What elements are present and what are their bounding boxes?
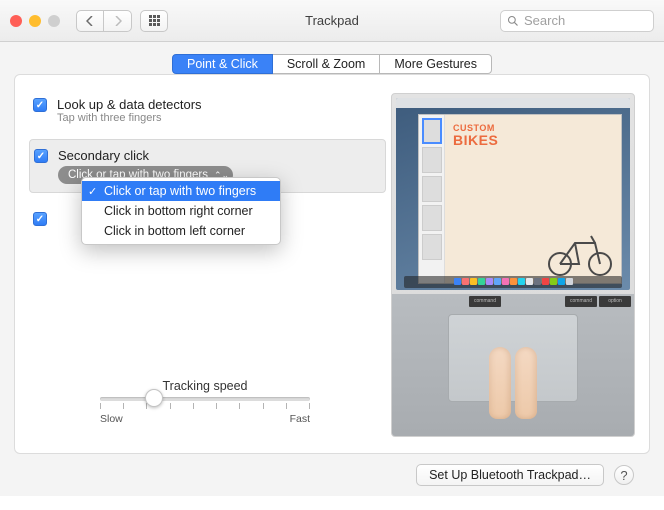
- prefs-body: Point & Click Scroll & Zoom More Gesture…: [0, 42, 664, 496]
- tab-more-gestures[interactable]: More Gestures: [379, 54, 492, 74]
- back-button[interactable]: [76, 10, 104, 32]
- lookup-checkbox[interactable]: [33, 98, 47, 112]
- tab-bar: Point & Click Scroll & Zoom More Gesture…: [14, 54, 650, 74]
- option-tap-to-click[interactable]: [33, 211, 47, 226]
- checkmark-icon: ✓: [88, 185, 97, 198]
- settings-panel: Look up & data detectors Tap with three …: [14, 74, 650, 454]
- slider-knob[interactable]: [145, 389, 163, 407]
- tracking-speed-label: Tracking speed: [29, 379, 381, 393]
- back-chevron-icon: [86, 16, 94, 26]
- slider-scale: Slow Fast: [100, 413, 310, 425]
- preview-keys: command command option: [392, 294, 634, 309]
- help-icon: ?: [620, 468, 627, 483]
- option-lookup[interactable]: Look up & data detectors Tap with three …: [29, 93, 381, 136]
- forward-button[interactable]: [104, 10, 132, 32]
- zoom-icon: [48, 15, 60, 27]
- tracking-speed: Tracking speed Slow Fast: [29, 379, 381, 425]
- slider-min-label: Slow: [100, 413, 123, 425]
- slider-rail: [100, 397, 310, 401]
- slider-max-label: Fast: [290, 413, 310, 425]
- preview-trackpad: [448, 314, 578, 402]
- grid-icon: [149, 15, 160, 26]
- lookup-subtitle: Tap with three fingers: [57, 112, 202, 124]
- tap-to-click-checkbox[interactable]: [33, 212, 47, 226]
- finger-icon: [515, 347, 537, 419]
- preview-document: CUSTOM BIKES: [445, 115, 621, 283]
- secondary-click-title: Secondary click: [58, 148, 233, 163]
- search-icon: [507, 15, 519, 27]
- close-icon[interactable]: [10, 15, 22, 27]
- show-all-button[interactable]: [140, 10, 168, 32]
- preview-laptop-body: command command option: [392, 294, 634, 437]
- search-input[interactable]: Search: [500, 10, 654, 32]
- gesture-preview: CUSTOM BIKES: [391, 93, 635, 435]
- menu-item-bottom-left[interactable]: Click in bottom left corner: [82, 221, 280, 241]
- preview-panel: CUSTOM BIKES: [391, 93, 635, 437]
- preview-window: CUSTOM BIKES: [418, 114, 622, 284]
- nav-buttons: [76, 10, 132, 32]
- forward-chevron-icon: [114, 16, 122, 26]
- help-button[interactable]: ?: [614, 465, 634, 485]
- preview-menubar: [396, 98, 630, 108]
- footer: Set Up Bluetooth Trackpad… ?: [14, 454, 650, 486]
- search-placeholder: Search: [524, 13, 565, 28]
- options-column: Look up & data detectors Tap with three …: [29, 93, 381, 435]
- tracking-speed-slider[interactable]: [100, 397, 310, 409]
- secondary-click-menu: ✓ Click or tap with two fingers Click in…: [81, 177, 281, 245]
- window-controls: [10, 15, 60, 27]
- preview-dock: [404, 276, 622, 288]
- tab-scroll-zoom[interactable]: Scroll & Zoom: [272, 54, 381, 74]
- tab-point-click[interactable]: Point & Click: [172, 54, 273, 74]
- titlebar: Trackpad Search: [0, 0, 664, 42]
- menu-item-two-fingers[interactable]: ✓ Click or tap with two fingers: [82, 181, 280, 201]
- preview-thumbs: [419, 115, 445, 283]
- finger-icon: [489, 347, 511, 419]
- secondary-click-checkbox[interactable]: [34, 149, 48, 163]
- setup-bluetooth-trackpad-button[interactable]: Set Up Bluetooth Trackpad…: [416, 464, 604, 486]
- preview-fingers: [489, 347, 537, 419]
- menu-item-bottom-right[interactable]: Click in bottom right corner: [82, 201, 280, 221]
- slider-ticks: [100, 403, 310, 409]
- bike-icon: [545, 231, 615, 277]
- preview-screen: CUSTOM BIKES: [396, 98, 630, 290]
- lookup-title: Look up & data detectors: [57, 97, 202, 112]
- minimize-icon[interactable]: [29, 15, 41, 27]
